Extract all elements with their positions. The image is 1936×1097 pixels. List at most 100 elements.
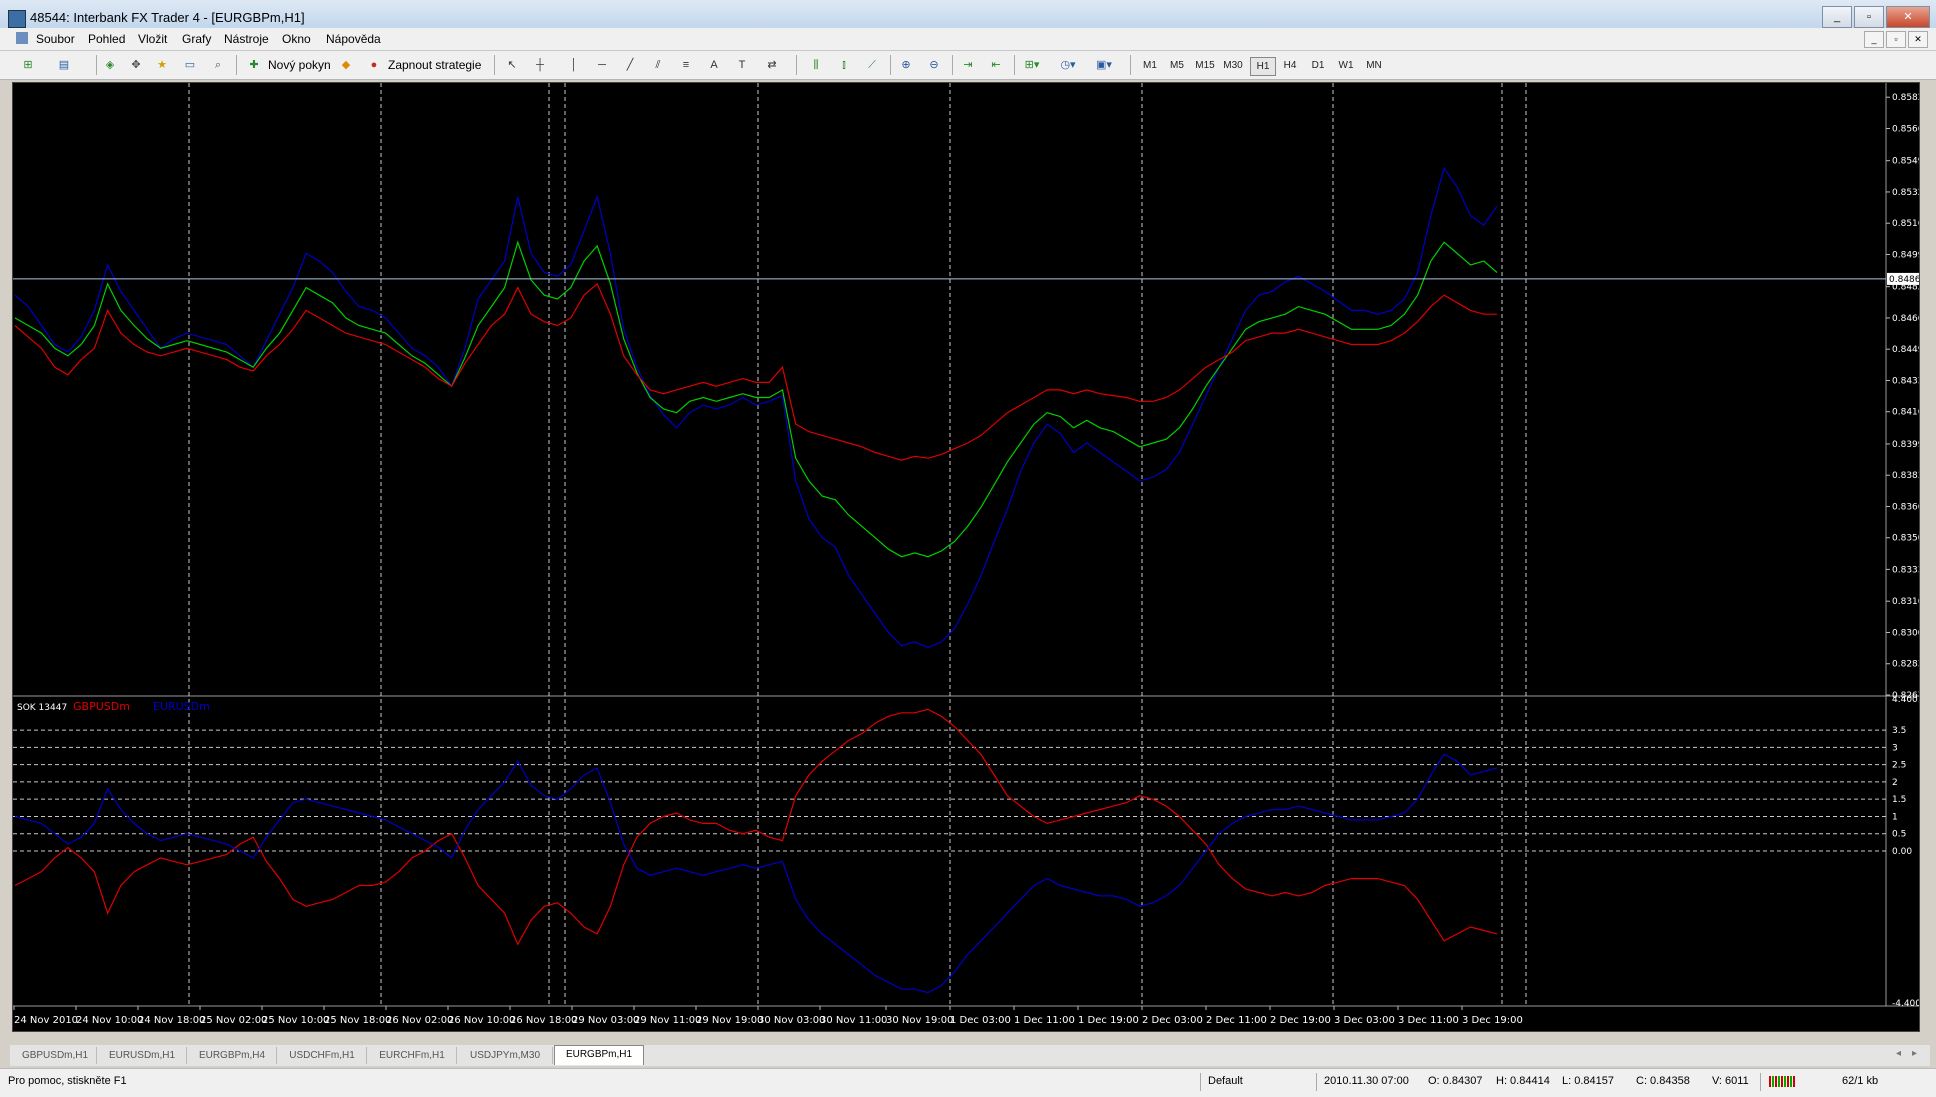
price-series-line-2	[14, 282, 1497, 461]
time-tick-label: 3 Dec 11:00	[1398, 1015, 1459, 1026]
horizontal-line-icon[interactable]: ─	[592, 55, 612, 75]
time-tick-label: 2 Dec 19:00	[1270, 1015, 1331, 1026]
price-tick-label: 0.85160	[1892, 219, 1919, 229]
tab-usdchfm-h1[interactable]: USDCHFm,H1	[278, 1047, 367, 1064]
data-window-icon[interactable]: ✥	[126, 55, 146, 75]
vertical-line-icon[interactable]: │	[564, 55, 584, 75]
price-tick-label: 0.83333	[1892, 565, 1919, 575]
chart-close-button[interactable]: ✕	[1908, 31, 1928, 48]
chart-tabs: GBPUSDm,H1 EURUSDm,H1 EURGBPm,H4 USDCHFm…	[10, 1045, 1930, 1066]
minimize-button[interactable]: _	[1822, 6, 1852, 28]
status-low: L: 0.84157	[1562, 1075, 1614, 1087]
navigator-icon[interactable]: ★	[152, 55, 172, 75]
status-high: H: 0.84414	[1496, 1075, 1550, 1087]
terminal-icon[interactable]: ▭	[180, 55, 200, 75]
trendline-icon[interactable]: ╱	[620, 55, 640, 75]
price-tick-label: 0.83165	[1892, 597, 1919, 607]
chart-minimize-button[interactable]: _	[1864, 31, 1884, 48]
indicator-series-line-0	[14, 708, 1498, 946]
text-label-icon[interactable]: T	[732, 55, 752, 75]
text-icon[interactable]: A	[704, 55, 724, 75]
menu-view[interactable]: Pohled	[88, 32, 125, 46]
window-title: 48544: Interbank FX Trader 4 - [EURGBPm,…	[30, 10, 305, 25]
menu-window[interactable]: Okno	[282, 32, 311, 46]
chart-window-icon[interactable]	[16, 32, 28, 44]
fibonacci-icon[interactable]: ≡	[676, 55, 696, 75]
close-button[interactable]: ✕	[1886, 6, 1930, 28]
price-tick-label: 0.85325	[1892, 188, 1919, 198]
indicator-tick-label: 2.5	[1892, 761, 1906, 771]
timeframe-h4[interactable]: H4	[1278, 57, 1302, 74]
timeframe-m30[interactable]: M30	[1221, 57, 1245, 74]
crosshair-icon[interactable]: ┼	[530, 55, 550, 75]
tab-eurchfm-h1[interactable]: EURCHFm,H1	[368, 1047, 457, 1064]
tab-usdjpym-m30[interactable]: USDJPYm,M30	[458, 1047, 553, 1064]
indicator-legend-0: GBPUSDm	[73, 700, 130, 713]
timeframe-m15[interactable]: M15	[1193, 57, 1217, 74]
price-tick-label: 0.83995	[1892, 440, 1919, 450]
indicator-tick-label: 3	[1892, 743, 1898, 753]
chart-restore-button[interactable]: ▫	[1886, 31, 1906, 48]
toolbar: ⊞ ▤ ◈ ✥ ★ ▭ ⌕ ✚ Nový pokyn ◆ ● Zapnout s…	[0, 51, 1936, 80]
time-tick-label: 1 Dec 19:00	[1078, 1015, 1139, 1026]
templates-icon[interactable]: ▣▾	[1094, 55, 1114, 75]
menu-file[interactable]: Soubor	[36, 32, 75, 46]
chart-window[interactable]: 0.85825 0.85660 0.85490 0.85325 0.85160 0.849…	[12, 82, 1920, 1032]
time-tick-label: 24 Nov 2010	[14, 1015, 78, 1026]
menu-bar: Soubor Pohled Vložit Grafy Nástroje Okno…	[0, 28, 1936, 51]
time-tick-label: 2 Dec 11:00	[1206, 1015, 1267, 1026]
price-tick-label: 0.84330	[1892, 376, 1919, 386]
time-tick-label: 30 Nov 11:00	[820, 1015, 887, 1026]
menu-tools[interactable]: Nástroje	[224, 32, 269, 46]
status-open: O: 0.84307	[1428, 1075, 1483, 1087]
cursor-icon[interactable]: ↖	[502, 55, 522, 75]
maximize-button[interactable]: ▫	[1854, 6, 1884, 28]
zoom-in-icon[interactable]: ⊕	[896, 55, 916, 75]
profiles-icon[interactable]: ▤	[54, 55, 74, 75]
bar-chart-icon[interactable]: ⫼	[806, 55, 826, 75]
new-order-icon[interactable]: ✚	[244, 55, 264, 75]
timeframe-d1[interactable]: D1	[1306, 57, 1330, 74]
arrows-icon[interactable]: ⇄	[762, 55, 782, 75]
status-close: C: 0.84358	[1636, 1075, 1690, 1087]
time-tick-label: 26 Nov 02:00	[386, 1015, 453, 1026]
expert-advisors-button[interactable]: Zapnout strategie	[388, 55, 481, 75]
zoom-out-icon[interactable]: ⊖	[924, 55, 944, 75]
timeframe-mn[interactable]: MN	[1362, 57, 1386, 74]
line-chart-icon[interactable]: ⟋	[862, 55, 882, 75]
menu-help[interactable]: Nápověda	[326, 32, 381, 46]
timeframe-m1[interactable]: M1	[1138, 57, 1162, 74]
chart-shift-icon[interactable]: ⇤	[986, 55, 1006, 75]
autoscroll-icon[interactable]: ⇥	[958, 55, 978, 75]
tab-scroll-left-icon[interactable]: ◂	[1896, 1048, 1901, 1059]
tab-eurgbpm-h4[interactable]: EURGBPm,H4	[188, 1047, 277, 1064]
candlestick-icon[interactable]: ⫾	[834, 55, 854, 75]
new-chart-icon[interactable]: ⊞	[18, 55, 38, 75]
timeframe-w1[interactable]: W1	[1334, 57, 1358, 74]
tab-eurgbpm-h1[interactable]: EURGBPm,H1	[554, 1045, 644, 1065]
tab-gbpusdm-h1[interactable]: GBPUSDm,H1	[14, 1047, 97, 1064]
periods-icon[interactable]: ◷▾	[1058, 55, 1078, 75]
indicator-tick-label: 0.5	[1892, 830, 1906, 840]
metaeditor-icon[interactable]: ◆	[336, 55, 356, 75]
timeframe-m5[interactable]: M5	[1165, 57, 1189, 74]
price-tick-label: 0.85825	[1892, 93, 1919, 103]
new-order-button[interactable]: Nový pokyn	[268, 55, 331, 75]
timeframe-h1[interactable]: H1	[1250, 57, 1276, 76]
channel-icon[interactable]: ⫽	[648, 55, 668, 75]
strategy-tester-icon[interactable]: ⌕	[208, 55, 228, 75]
market-watch-icon[interactable]: ◈	[100, 55, 120, 75]
price-series-line-0	[14, 166, 1498, 649]
time-tick-label: 29 Nov 03:00	[572, 1015, 639, 1026]
time-tick-label: 26 Nov 18:00	[510, 1015, 577, 1026]
menu-insert[interactable]: Vložit	[138, 32, 167, 46]
experts-icon[interactable]: ●	[364, 55, 384, 75]
price-chart[interactable]: 0.85825 0.85660 0.85490 0.85325 0.85160 0.849…	[13, 83, 1919, 1031]
indicator-tick-label: 0.00	[1892, 847, 1912, 857]
price-tick-label: 0.83830	[1892, 471, 1919, 481]
tab-eurusdm-h1[interactable]: EURUSDm,H1	[98, 1047, 187, 1064]
tab-scroll-right-icon[interactable]: ▸	[1912, 1048, 1917, 1059]
indicator-series-line-1	[14, 753, 1498, 994]
indicators-icon[interactable]: ⊞▾	[1022, 55, 1042, 75]
menu-charts[interactable]: Grafy	[182, 32, 211, 46]
